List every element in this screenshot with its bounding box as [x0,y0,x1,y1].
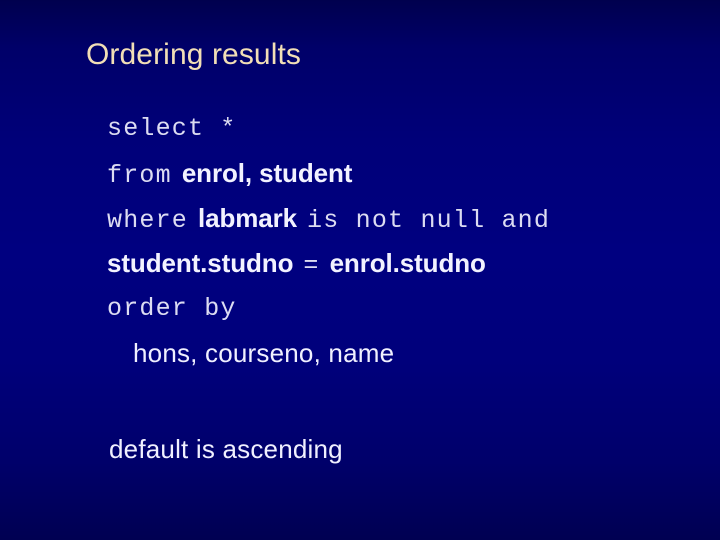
query-line-where: where labmark is not null and [107,196,707,241]
sql-keyword-order-by: order by [107,294,237,323]
query-line-order-columns: hons, courseno, name [107,331,707,376]
sql-query-block: select * from enrol, student where labmark i… [107,106,707,376]
sql-column-enrol-studno: enrol.studno [329,248,486,278]
sql-operator-equals: = [303,251,320,280]
sql-star-operand: * [220,114,237,143]
query-line-select: select * [107,106,707,151]
sql-table-list: enrol, student [181,158,353,188]
sql-order-column-list: hons, courseno, name [133,338,395,368]
query-line-order-by: order by [107,286,707,331]
footnote-text: default is ascending [109,434,343,464]
page-title: Ordering results [86,38,302,71]
sql-keyword-where: where [107,206,189,235]
sql-column-student-studno: student.studno [107,248,294,278]
sql-column-labmark: labmark [198,203,298,233]
sql-keyword-from: from [107,161,172,190]
sql-keyword-select: select [107,114,205,143]
query-line-join-condition: student.studno = enrol.studno [107,241,707,286]
slide: Ordering results select * from enrol, stud… [0,0,720,540]
sql-keyword-is-not-null-and: is not null and [307,206,551,235]
query-line-from: from enrol, student [107,151,707,196]
